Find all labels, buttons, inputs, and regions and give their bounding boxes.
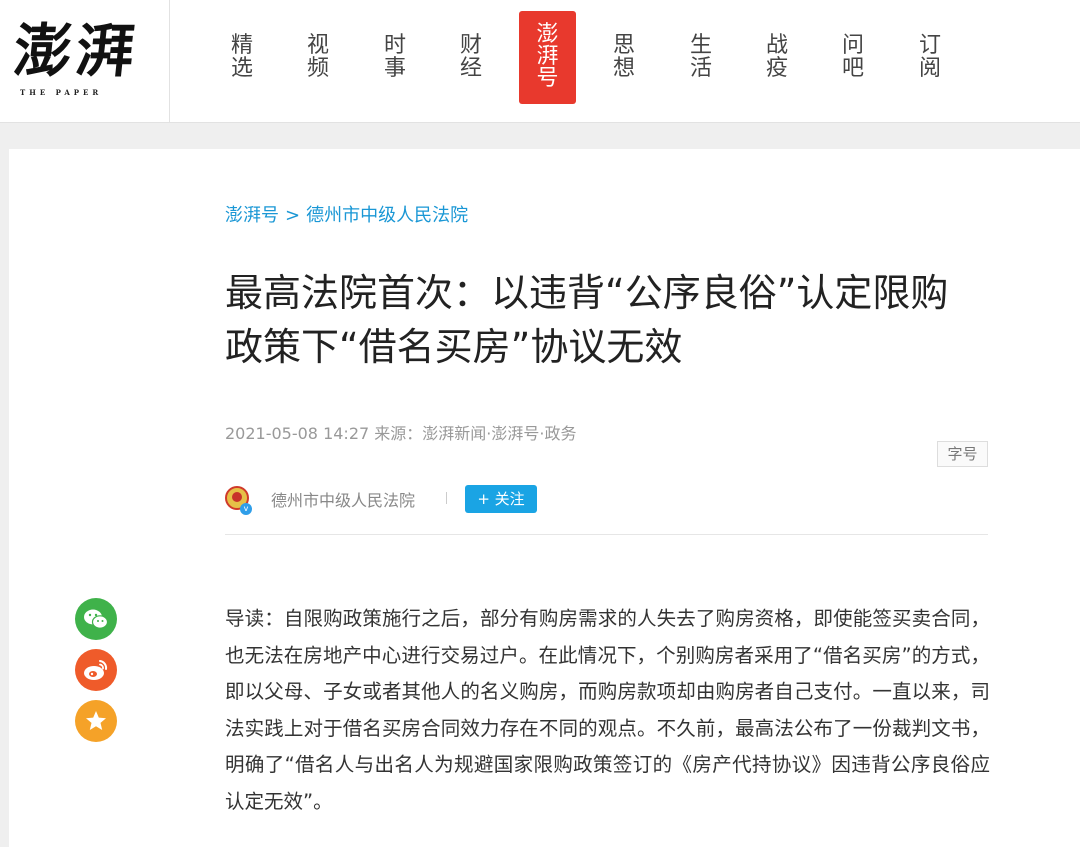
- logo[interactable]: 澎湃 THE PAPER: [0, 0, 170, 123]
- author-name[interactable]: 德州市中级人民法院: [271, 487, 415, 511]
- author-avatar[interactable]: v: [225, 486, 252, 515]
- nav-label-char: 订: [918, 33, 941, 58]
- nav-label-char: 思: [612, 33, 635, 58]
- logo-english: THE PAPER: [20, 88, 103, 97]
- share-weibo-button[interactable]: [75, 649, 117, 691]
- wechat-icon: [84, 609, 109, 629]
- nav-item-dingyue[interactable]: 订 阅: [915, 34, 945, 80]
- nav-label-char: 财: [459, 33, 482, 58]
- nav-item-shipin[interactable]: 视 频: [303, 34, 333, 80]
- nav-label-char: 吧: [841, 56, 864, 81]
- nav-label-char: 澎: [536, 22, 559, 47]
- favorite-star-icon: [86, 711, 106, 730]
- nav-label-char: 号: [536, 66, 559, 91]
- nav-item-wenba[interactable]: 问 吧: [838, 34, 868, 80]
- nav-item-pengpaihao[interactable]: 澎 湃 号: [519, 11, 576, 104]
- share-favorite-button[interactable]: [75, 700, 117, 742]
- nav-label-char: 疫: [765, 56, 788, 81]
- nav-item-jingxuan[interactable]: 精 选: [227, 34, 257, 80]
- nav-label-char: 问: [841, 33, 864, 58]
- nav-label-char: 频: [306, 56, 329, 81]
- site-header: 澎湃 THE PAPER 精 选 视 频 时 事 财 经 澎 湃 号 思 想 生: [0, 0, 1080, 123]
- nav-label-char: 精: [230, 33, 253, 58]
- nav-label-char: 选: [230, 56, 253, 81]
- nav-label-char: 活: [689, 56, 712, 81]
- breadcrumb-section-link[interactable]: 澎湃号: [225, 205, 279, 226]
- verified-badge-icon: v: [240, 503, 252, 515]
- breadcrumb-separator: >: [285, 205, 301, 226]
- divider: [446, 492, 447, 504]
- font-size-button[interactable]: 字号: [937, 441, 988, 467]
- nav-label-char: 想: [612, 56, 635, 81]
- breadcrumb: 澎湃号 > 德州市中级人民法院: [225, 201, 468, 227]
- weibo-icon: [84, 660, 108, 680]
- follow-button[interactable]: + 关注: [465, 485, 537, 513]
- nav-label-char: 经: [459, 56, 482, 81]
- nav-label-char: 战: [765, 33, 788, 58]
- nav-item-zhanyi[interactable]: 战 疫: [762, 34, 792, 80]
- breadcrumb-account-link[interactable]: 德州市中级人民法院: [306, 205, 468, 226]
- nav-label-char: 时: [383, 33, 406, 58]
- court-emblem-icon: [232, 492, 242, 502]
- nav-item-caijing[interactable]: 财 经: [456, 34, 486, 80]
- nav-item-shenghuo[interactable]: 生 活: [686, 34, 716, 80]
- nav-item-shishi[interactable]: 时 事: [380, 34, 410, 80]
- article-meta: 2021-05-08 14:27 来源：澎湃新闻·澎湃号·政务: [225, 424, 577, 443]
- nav-label-char: 阅: [918, 56, 941, 81]
- logo-chinese: 澎湃: [10, 17, 142, 85]
- article-lead-paragraph: 导读：自限购政策施行之后，部分有购房需求的人失去了购房资格，即使能签买卖合同，也…: [225, 607, 990, 813]
- nav-label-char: 视: [306, 33, 329, 58]
- divider: [225, 534, 988, 535]
- nav-label-char: 湃: [536, 44, 559, 69]
- nav-label-char: 生: [689, 33, 712, 58]
- article-title: 最高法院首次：以违背“公序良俗”认定限购政策下“借名买房”协议无效: [225, 271, 949, 369]
- share-wechat-button[interactable]: [75, 598, 117, 640]
- nav-label-char: 事: [383, 56, 406, 81]
- nav-item-sixiang[interactable]: 思 想: [609, 34, 639, 80]
